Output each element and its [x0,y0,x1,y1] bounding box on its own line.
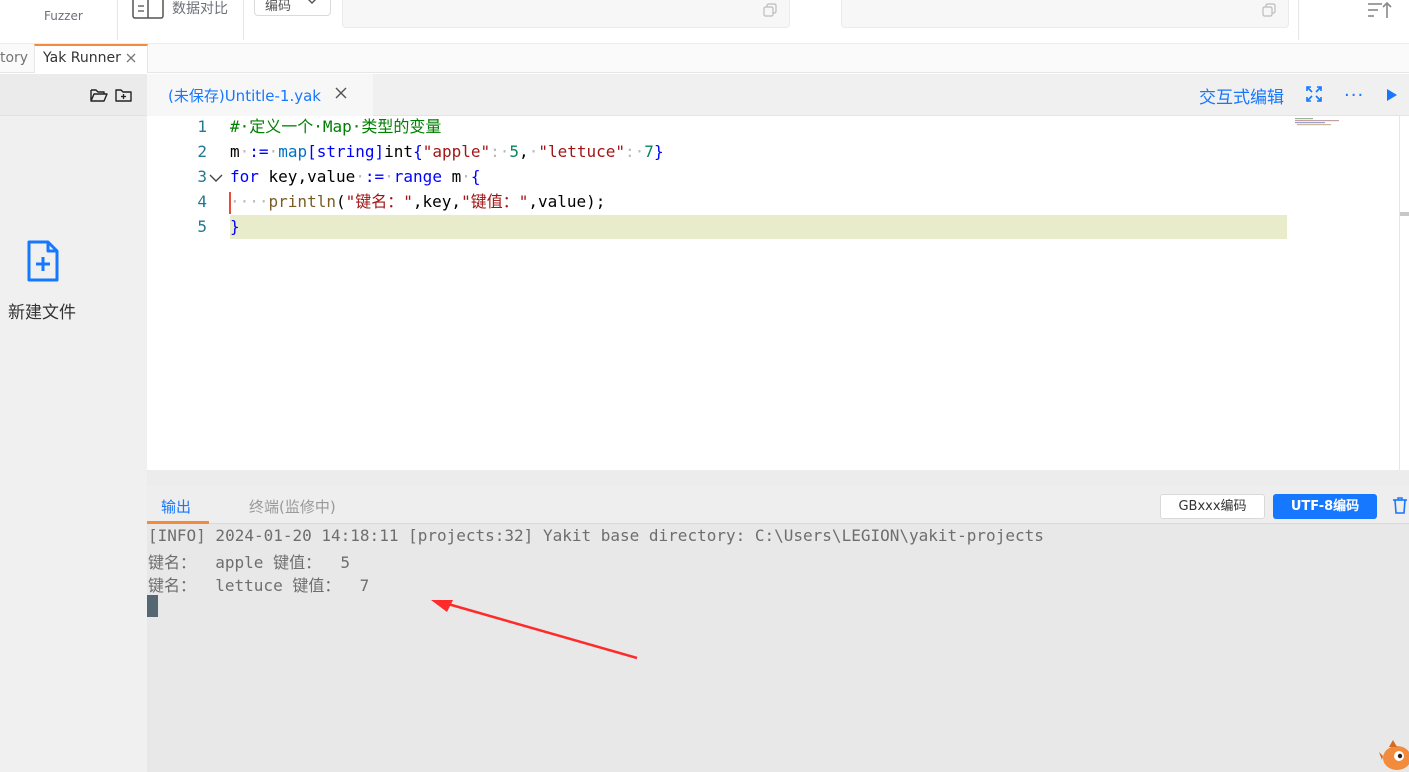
sidebar-header [0,74,147,116]
minimap[interactable] [1295,118,1339,126]
editor-file-tab-label: (未保存)Untitle-1.yak [168,87,321,105]
line-number: 4 [197,192,207,211]
console-line: [INFO] 2024-01-20 14:18:11 [projects:32]… [148,526,1044,545]
run-icon[interactable] [1386,88,1398,102]
editor-scrollbar-track [1399,116,1400,470]
code-line-5: } [230,217,240,236]
tab-history[interactable]: tory [0,50,28,66]
yakit-mascot-icon[interactable] [1379,738,1409,772]
code-line-4: ····println("键名：",key,"键值：",value); [230,192,606,211]
output-console[interactable]: [INFO] 2024-01-20 14:18:11 [projects:32]… [147,524,1409,772]
fullscreen-icon[interactable] [1306,86,1322,102]
new-file-label[interactable]: 新建文件 [8,298,76,323]
code-editor[interactable]: 1 2 3 4 5 #·定义一个·Map·类型的变量 m·:=·map[stri… [147,116,1409,470]
toolbar-divider [1298,0,1299,40]
new-file-icon[interactable] [26,240,60,282]
panel-splitter[interactable] [147,470,1409,486]
interactive-edit-button[interactable]: 交互式编辑 [1199,83,1284,108]
chevron-down-icon [308,0,316,4]
close-icon[interactable] [126,53,136,63]
code-line-3: for key,value·:=·range m·{ [230,167,481,186]
line-number: 3 [197,167,207,186]
more-icon[interactable]: ··· [1344,85,1364,106]
line-number: 5 [197,217,207,236]
open-folder-icon[interactable] [90,88,108,103]
tab-yak-runner[interactable]: Yak Runner [34,44,148,73]
tab-yak-runner-label: Yak Runner [43,50,121,66]
editor-file-tab[interactable]: (未保存)Untitle-1.yak [147,74,373,116]
code-line-1: #·定义一个·Map·类型的变量 [230,117,442,136]
output-tab-bar: 输出 终端(监修中) GBxxx编码 UTF-8编码 [147,486,1409,524]
editor-tab-bar: (未保存)Untitle-1.yak 交互式编辑 ··· [147,74,1409,116]
encode-select[interactable]: 编码 [254,0,331,16]
encode-select-value: 编码 [265,0,292,14]
editor-scrollbar-marker[interactable] [1400,212,1409,216]
console-cursor [147,595,158,617]
toolbar-divider [243,0,244,40]
toolbar-divider [117,0,118,40]
top-toolbar: Fuzzer 数据对比 编码 [0,0,1409,44]
page-tab-bar: tory Yak Runner [0,44,1409,73]
utf8-encoding-button[interactable]: UTF-8编码 [1273,494,1377,519]
tab-output[interactable]: 输出 [161,496,191,517]
fuzzer-label[interactable]: Fuzzer [44,9,83,23]
sort-icon[interactable] [1366,0,1394,22]
compare-icon[interactable] [131,0,165,20]
line-number: 2 [197,142,207,161]
current-line-highlight [230,215,1287,239]
compare-input-left[interactable] [342,0,790,28]
console-line: 键名： lettuce 键值： 7 [148,576,370,595]
copy-icon[interactable] [763,3,777,17]
copy-icon[interactable] [1262,3,1276,17]
new-folder-icon[interactable] [115,88,132,103]
compare-input-right[interactable] [841,0,1289,28]
close-icon[interactable] [335,87,347,99]
console-line: 键名： apple 键值： 5 [148,553,350,572]
annotation-arrow-icon [431,600,638,660]
line-number: 1 [197,117,207,136]
file-sidebar: 新建文件 [0,74,147,772]
tab-terminal[interactable]: 终端(监修中) [249,496,336,517]
fold-chevron-icon[interactable] [209,173,223,183]
gbk-encoding-button[interactable]: GBxxx编码 [1160,494,1265,519]
compare-label[interactable]: 数据对比 [172,0,228,18]
code-line-2: m·:=·map[string]int{"apple":·5,·"lettuce… [230,142,664,161]
trash-icon[interactable] [1393,497,1407,514]
